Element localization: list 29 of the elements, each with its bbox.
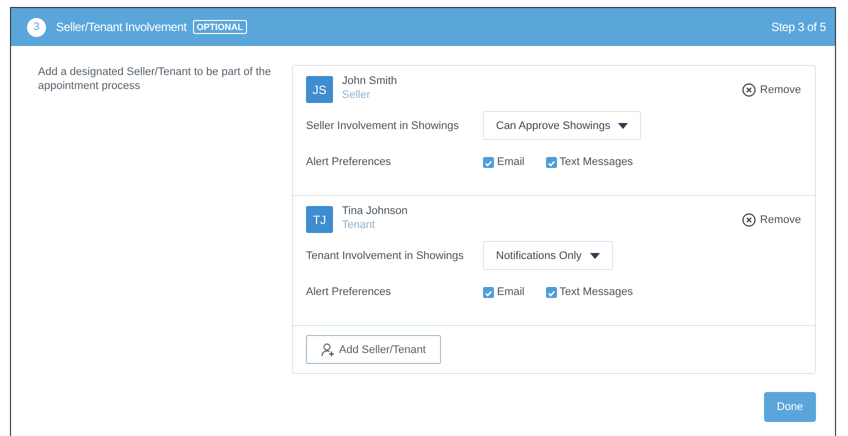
alert-checkbox[interactable]: Text Messages [546, 286, 633, 298]
alert-checkbox[interactable]: Email [483, 156, 525, 168]
person-name: Tina Johnson [342, 204, 408, 218]
avatar-initials: JS [306, 76, 333, 103]
description-text: Add a designated Seller/Tenant to be part of the appointment process [38, 65, 272, 94]
caret-icon [590, 252, 600, 258]
field-label: Alert Preferences [306, 286, 392, 298]
person-name: John Smith [342, 74, 398, 88]
section-title: Seller/Tenant Involvement [56, 20, 187, 34]
step-number: 3 [27, 18, 46, 36]
remove-button[interactable]: Remove [742, 212, 801, 226]
step-counter: Step 3 of 5 [771, 20, 826, 34]
add-person-icon [321, 342, 335, 356]
field-label: Seller Involvement in Showings [306, 120, 460, 132]
avatar-initials: TJ [306, 206, 333, 233]
field-label: Tenant Involvement in Showings [306, 250, 465, 262]
involvement-dropdown[interactable]: Notifications Only [483, 241, 613, 270]
remove-button[interactable]: Remove [742, 82, 801, 96]
person-role: Seller [342, 88, 372, 102]
alert-checkbox[interactable]: Text Messages [546, 156, 633, 168]
optional-badge: OPTIONAL [192, 20, 248, 34]
field-label: Alert Preferences [306, 156, 392, 168]
close-icon [742, 212, 756, 226]
add-seller-button[interactable]: Add Seller/Tenant [306, 335, 441, 364]
close-icon [742, 82, 756, 96]
involvement-dropdown[interactable]: Can Approve Showings [483, 111, 642, 140]
person-role: Tenant [342, 218, 376, 232]
alert-checkbox[interactable]: Email [483, 286, 525, 298]
caret-icon [618, 122, 628, 128]
